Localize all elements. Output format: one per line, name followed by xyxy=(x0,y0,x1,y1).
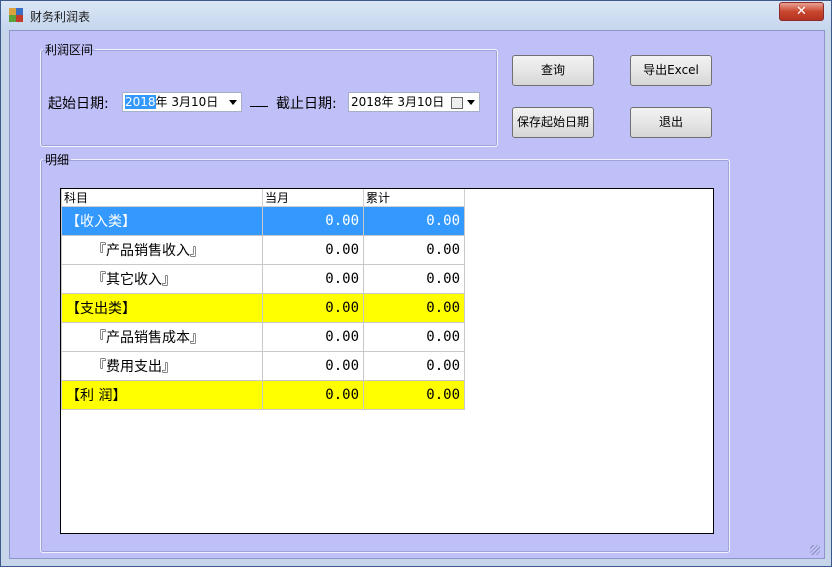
row-total: 0.00 xyxy=(363,351,465,381)
title-bar[interactable]: 财务利润表 ✕ xyxy=(1,1,831,29)
end-date-picker[interactable]: 2018年 3月10日 xyxy=(348,92,480,112)
row-month: 0.00 xyxy=(262,351,364,381)
profit-grid[interactable]: 科目 当月 累计 【收入类】 0.00 0.00 『产品销售收入』 0.00 0 xyxy=(60,188,714,534)
export-excel-button[interactable]: 导出Excel xyxy=(630,55,712,86)
table-row[interactable]: 【利 润】 0.00 0.00 xyxy=(61,380,465,410)
resize-grip-icon[interactable] xyxy=(810,545,820,555)
profit-table: 科目 当月 累计 【收入类】 0.00 0.00 『产品销售收入』 0.00 0 xyxy=(61,189,465,410)
range-separator xyxy=(250,106,268,107)
table-row[interactable]: 【支出类】 0.00 0.00 xyxy=(61,293,465,323)
detail-legend: 明细 xyxy=(45,153,70,167)
row-subject: 【收入类】 xyxy=(61,206,263,236)
app-icon xyxy=(9,8,23,22)
row-total: 0.00 xyxy=(363,380,465,410)
row-subject: 【支出类】 xyxy=(61,293,263,323)
row-total: 0.00 xyxy=(363,322,465,352)
row-month: 0.00 xyxy=(262,264,364,294)
row-month: 0.00 xyxy=(262,206,364,236)
row-month: 0.00 xyxy=(262,293,364,323)
start-date-rest: 年 3月10日 xyxy=(155,95,219,109)
row-total: 0.00 xyxy=(363,206,465,236)
header-row: 科目 当月 累计 xyxy=(61,189,465,207)
close-button[interactable]: ✕ xyxy=(779,2,824,21)
column-header-subject[interactable]: 科目 xyxy=(61,189,263,207)
row-month: 0.00 xyxy=(262,235,364,265)
column-header-total[interactable]: 累计 xyxy=(363,189,465,207)
save-start-date-button[interactable]: 保存起始日期 xyxy=(512,107,594,138)
row-total: 0.00 xyxy=(363,235,465,265)
table-row[interactable]: 【收入类】 0.00 0.00 xyxy=(61,206,465,236)
start-date-label: 起始日期: xyxy=(48,96,109,112)
table-row[interactable]: 『产品销售收入』 0.00 0.00 xyxy=(61,235,465,265)
table-row[interactable]: 『其它收入』 0.00 0.00 xyxy=(61,264,465,294)
row-month: 0.00 xyxy=(262,380,364,410)
end-date-label: 截止日期: xyxy=(276,96,337,112)
start-date-year: 2018 xyxy=(125,95,156,109)
row-month: 0.00 xyxy=(262,322,364,352)
start-date-picker[interactable]: 2018年 3月10日 xyxy=(122,92,242,112)
end-date-value: 2018年 3月10日 xyxy=(351,95,445,109)
row-subject: 『费用支出』 xyxy=(61,351,263,381)
column-header-month[interactable]: 当月 xyxy=(262,189,364,207)
query-button[interactable]: 查询 xyxy=(512,55,594,86)
row-total: 0.00 xyxy=(363,264,465,294)
table-row[interactable]: 『费用支出』 0.00 0.00 xyxy=(61,351,465,381)
app-window: 财务利润表 ✕ 利润区间 起始日期: 2018年 3月10日 截止日期: 201… xyxy=(0,0,832,567)
row-subject: 【利 润】 xyxy=(61,380,263,410)
row-total: 0.00 xyxy=(363,293,465,323)
row-subject: 『产品销售成本』 xyxy=(61,322,263,352)
chevron-down-icon[interactable] xyxy=(229,100,237,105)
chevron-down-icon[interactable] xyxy=(467,100,475,105)
exit-button[interactable]: 退出 xyxy=(630,107,712,138)
client-area: 利润区间 起始日期: 2018年 3月10日 截止日期: 2018年 3月10日… xyxy=(9,30,825,559)
window-title: 财务利润表 xyxy=(30,10,91,24)
table-row[interactable]: 『产品销售成本』 0.00 0.00 xyxy=(61,322,465,352)
row-subject: 『产品销售收入』 xyxy=(61,235,263,265)
row-subject: 『其它收入』 xyxy=(61,264,263,294)
calendar-icon[interactable] xyxy=(451,97,463,109)
profit-range-legend: 利润区间 xyxy=(45,43,94,57)
